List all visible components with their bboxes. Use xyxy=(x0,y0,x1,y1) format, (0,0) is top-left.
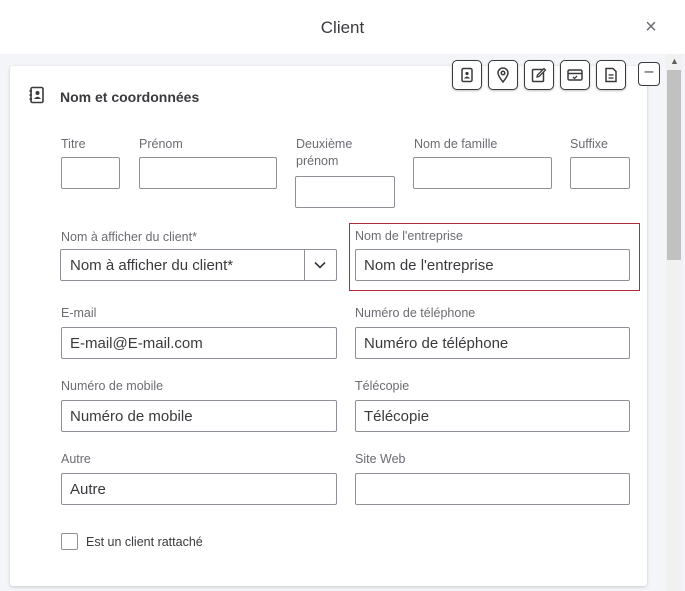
section-title: Nom et coordonnées xyxy=(60,89,200,105)
entreprise-label: Nom de l'entreprise xyxy=(355,229,463,243)
deuxieme-prenom-input[interactable] xyxy=(295,176,395,208)
titre-label: Titre xyxy=(61,137,86,151)
document-icon[interactable] xyxy=(596,60,626,90)
chevron-down-icon[interactable] xyxy=(313,258,327,272)
edit-note-icon[interactable] xyxy=(524,60,554,90)
client-rattache-label: Est un client rattaché xyxy=(86,535,203,549)
mobile-input[interactable] xyxy=(61,400,337,432)
site-web-label: Site Web xyxy=(355,452,406,466)
section-toolbar xyxy=(452,60,626,94)
email-label: E-mail xyxy=(61,306,97,320)
telephone-label: Numéro de téléphone xyxy=(355,306,476,320)
client-rattache-checkbox[interactable] xyxy=(61,533,78,550)
titre-input[interactable] xyxy=(61,157,120,189)
nom-afficher-select[interactable]: Nom à afficher du client* xyxy=(60,249,337,281)
nom-afficher-label: Nom à afficher du client* xyxy=(61,230,197,244)
scroll-up-arrow-icon[interactable]: ▲ xyxy=(666,54,683,68)
telephone-input[interactable] xyxy=(355,327,630,359)
mobile-label: Numéro de mobile xyxy=(61,379,164,393)
dialog-title: Client xyxy=(320,18,365,37)
telecopie-label: Télécopie xyxy=(355,379,410,393)
scrollbar-thumb[interactable] xyxy=(667,70,681,260)
collapse-button[interactable]: – xyxy=(638,62,660,86)
location-pin-icon[interactable] xyxy=(488,60,518,90)
prenom-label: Prénom xyxy=(139,137,183,151)
nom-famille-input[interactable] xyxy=(413,157,552,189)
telecopie-input[interactable] xyxy=(355,400,630,432)
close-button[interactable]: × xyxy=(640,16,662,38)
payment-card-icon[interactable] xyxy=(560,60,590,90)
contact-card-icon[interactable] xyxy=(452,60,482,90)
prenom-input[interactable] xyxy=(139,157,277,189)
suffixe-label: Suffixe xyxy=(570,137,608,151)
email-input[interactable] xyxy=(61,327,337,359)
select-divider xyxy=(304,250,305,280)
deuxieme-prenom-label-line2: prénom xyxy=(296,154,339,168)
autre-label: Autre xyxy=(61,452,91,466)
address-book-icon xyxy=(29,86,44,104)
deuxieme-prenom-label-line1: Deuxième xyxy=(296,137,353,151)
entreprise-input[interactable] xyxy=(355,249,630,281)
nom-famille-label: Nom de famille xyxy=(414,137,498,151)
autre-input[interactable] xyxy=(61,473,337,505)
suffixe-input[interactable] xyxy=(570,157,630,189)
nom-afficher-value: Nom à afficher du client* xyxy=(70,257,234,274)
site-web-input[interactable] xyxy=(355,473,630,505)
